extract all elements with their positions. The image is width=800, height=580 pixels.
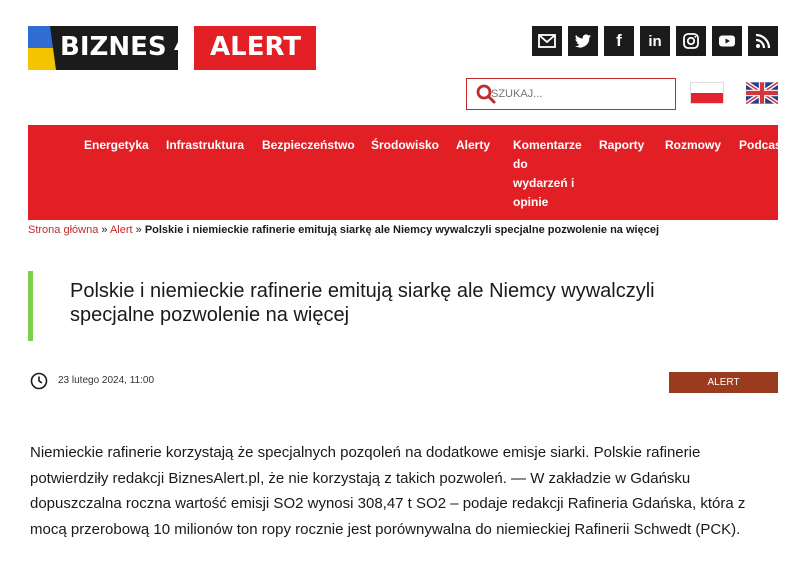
email-icon[interactable] xyxy=(532,26,562,56)
uk-flag-icon[interactable] xyxy=(746,82,778,104)
instagram-icon[interactable] xyxy=(676,26,706,56)
logo-dark-part: BIZNES xyxy=(28,26,178,70)
article-date: 23 lutego 2024, 11:00 xyxy=(58,375,155,386)
site-logo[interactable]: BIZNES ALERT xyxy=(28,26,316,70)
breadcrumb-section-link[interactable]: Alert xyxy=(110,224,133,236)
clock-icon xyxy=(30,372,48,390)
linkedin-icon[interactable]: in xyxy=(640,26,670,56)
search-box xyxy=(466,78,676,110)
nav-item-podcast[interactable]: Podcast xyxy=(739,136,778,155)
pl-flag-icon[interactable] xyxy=(690,82,724,104)
article-title: Polskie i niemieckie rafinerie emitują s… xyxy=(70,280,655,326)
breadcrumb-separator: » xyxy=(98,224,110,236)
facebook-icon[interactable]: f xyxy=(604,26,634,56)
nav-item-komentarze[interactable]: Komentarze do wydarzeń i opinie xyxy=(513,136,582,212)
nav-item-energetyka[interactable]: Energetyka xyxy=(84,136,149,155)
twitter-icon[interactable] xyxy=(568,26,598,56)
nav-item-srodowisko[interactable]: Środowisko xyxy=(371,136,439,155)
search-input[interactable] xyxy=(491,88,641,100)
category-badge[interactable]: ALERT xyxy=(669,372,778,393)
rss-icon[interactable] xyxy=(748,26,778,56)
nav-item-bezpieczenstwo[interactable]: Bezpieczeństwo xyxy=(262,136,355,155)
article-lead: Niemieckie rafinerie korzystają że specj… xyxy=(30,444,746,538)
logo-word-alert: ALERT xyxy=(210,32,302,62)
breadcrumb-separator: » xyxy=(132,224,145,236)
social-links: f in xyxy=(532,26,778,56)
youtube-icon[interactable] xyxy=(712,26,742,56)
logo-red-part: ALERT xyxy=(194,26,316,70)
main-nav: Energetyka Infrastruktura Bezpieczeństwo… xyxy=(28,125,778,220)
nav-item-raporty[interactable]: Raporty xyxy=(599,136,644,155)
breadcrumb-home-link[interactable]: Strona główna xyxy=(28,224,98,236)
breadcrumb: Strona główna » Alert » Polskie i niemie… xyxy=(28,224,659,236)
logo-word-biznes: BIZNES xyxy=(60,32,167,62)
nav-item-infrastruktura[interactable]: Infrastruktura xyxy=(166,136,244,155)
article-title-block: Polskie i niemieckie rafinerie emitują s… xyxy=(28,271,768,341)
breadcrumb-current: Polskie i niemieckie rafinerie emitują s… xyxy=(144,224,660,236)
nav-item-rozmowy[interactable]: Rozmowy xyxy=(665,136,721,155)
nav-item-alerty[interactable]: Alerty xyxy=(456,136,490,155)
